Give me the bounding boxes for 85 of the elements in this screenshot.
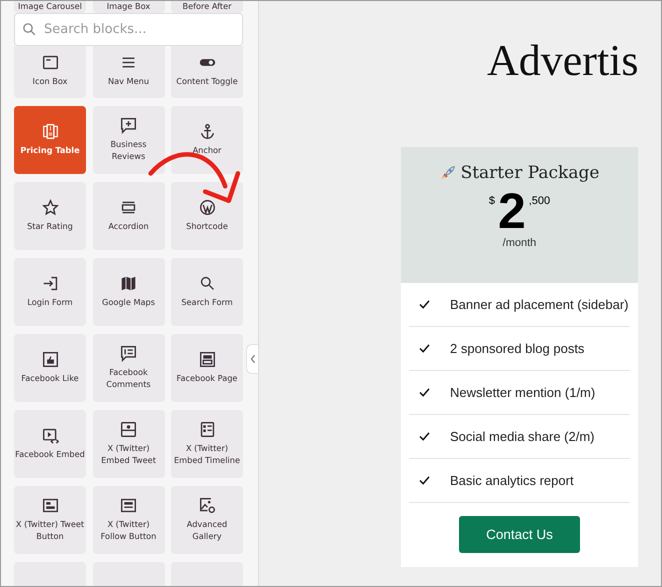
block-label: Shortcode: [185, 221, 229, 233]
card-title: Starter Package: [460, 163, 600, 183]
login-icon: [42, 275, 58, 292]
block-label: Nav Menu: [106, 76, 150, 88]
block-tile[interactable]: Search Form: [171, 258, 243, 326]
block-tile[interactable]: Star Rating: [14, 182, 86, 250]
comment-icon: [120, 117, 137, 134]
video-icon: [42, 427, 58, 444]
check-icon: [419, 300, 430, 309]
block-label: Facebook Page: [176, 373, 238, 385]
block-label: Advanced Gallery: [186, 519, 228, 543]
check-icon: [419, 476, 430, 485]
feature-text: Banner ad placement (sidebar): [450, 297, 628, 312]
block-label: X (Twitter) Embed Timeline: [173, 443, 241, 467]
feature-text: Basic analytics report: [450, 473, 574, 488]
thumbs-up-icon: [42, 351, 58, 368]
block-label: X (Twitter) Embed Tweet: [100, 443, 157, 467]
tweet-button-icon: [42, 497, 58, 514]
page-icon: [198, 351, 216, 368]
feature-text: Newsletter mention (1/m): [450, 385, 596, 400]
check-icon: [419, 344, 430, 353]
block-label: X (Twitter) Tweet Button: [14, 519, 86, 543]
block-label: Before After: [181, 1, 233, 13]
currency-symbol: $: [488, 195, 495, 207]
price-cents: ,500: [528, 195, 550, 207]
block-label: Image Box: [106, 1, 152, 13]
block-tile[interactable]: Facebook Page: [171, 334, 243, 402]
block-tile[interactable]: Icon Box: [14, 46, 86, 98]
block-tile[interactable]: Anchor: [171, 106, 243, 174]
block-label: Pricing Table: [19, 145, 81, 157]
timeline-icon: [198, 421, 216, 438]
block-tile[interactable]: X (Twitter) Follow Button: [92, 486, 164, 554]
block-label: Business Reviews: [109, 139, 148, 163]
block-label: Facebook Like: [20, 373, 80, 385]
block-label: Anchor: [192, 145, 222, 157]
block-tile[interactable]: X (Twitter) Embed Timeline: [171, 410, 243, 478]
block-tile[interactable]: X (Twitter) Embed Tweet: [92, 410, 164, 478]
block-label: Icon Box: [32, 76, 68, 88]
wordpress-icon: [198, 199, 216, 216]
block-label: X (Twitter) Follow Button: [100, 519, 158, 543]
accordion-icon: [120, 199, 137, 216]
block-tile[interactable]: X (Twitter) Tweet Button: [14, 486, 86, 554]
block-label: Facebook Embed: [14, 449, 86, 461]
block-label: Star Rating: [26, 221, 74, 233]
anchor-icon: [198, 123, 216, 140]
search-field[interactable]: Search blocks...: [14, 13, 243, 46]
card-icon: [42, 54, 58, 72]
check-icon: [419, 432, 430, 441]
block-tile[interactable]: Facebook Embed: [14, 410, 86, 478]
follow-button-icon: [120, 497, 137, 514]
block-label: Content Toggle: [175, 76, 239, 88]
block-tile[interactable]: Content Toggle: [171, 46, 243, 98]
block-tile[interactable]: Shortcode: [171, 182, 243, 250]
rocket-icon: [440, 165, 456, 181]
block-tile[interactable]: Image Box: [92, 1, 164, 13]
block-label: Google Maps: [100, 297, 156, 309]
gallery-icon: [198, 497, 216, 514]
block-tile[interactable]: Facebook Like: [14, 334, 86, 402]
contact-button[interactable]: Contact Us: [459, 516, 580, 553]
page-heading: Advertis: [487, 35, 640, 87]
block-tile[interactable]: Facebook Comments: [92, 334, 164, 402]
price-period: /month: [502, 237, 536, 249]
block-tile[interactable]: Pricing Table: [14, 106, 86, 174]
feature-text: Social media share (2/m): [450, 429, 594, 444]
block-label: Facebook Comments: [105, 367, 152, 391]
block-tile[interactable]: Before After: [171, 1, 243, 13]
block-tile[interactable]: Advanced Gallery: [171, 486, 243, 554]
check-icon: [419, 388, 430, 397]
price-amount: 2: [498, 187, 526, 235]
collapse-handle[interactable]: [246, 344, 258, 374]
block-tile[interactable]: Nav Menu: [92, 46, 164, 98]
comment-icon: [120, 345, 137, 362]
block-tile[interactable]: Login Form: [14, 258, 86, 326]
block-tile[interactable]: Accordion: [92, 182, 164, 250]
block-tile[interactable]: Google Maps: [92, 258, 164, 326]
feature-text: 2 sponsored blog posts: [450, 341, 584, 356]
tweet-icon: [120, 421, 137, 438]
search-icon: [198, 275, 216, 292]
pricing-icon: [42, 123, 58, 140]
star-icon: [42, 199, 58, 216]
map-icon: [120, 275, 137, 292]
block-tile[interactable]: Business Reviews: [92, 106, 164, 174]
block-label: Search Form: [180, 297, 234, 309]
block-label: Accordion: [107, 221, 150, 233]
block-label: Login Form: [26, 297, 74, 309]
